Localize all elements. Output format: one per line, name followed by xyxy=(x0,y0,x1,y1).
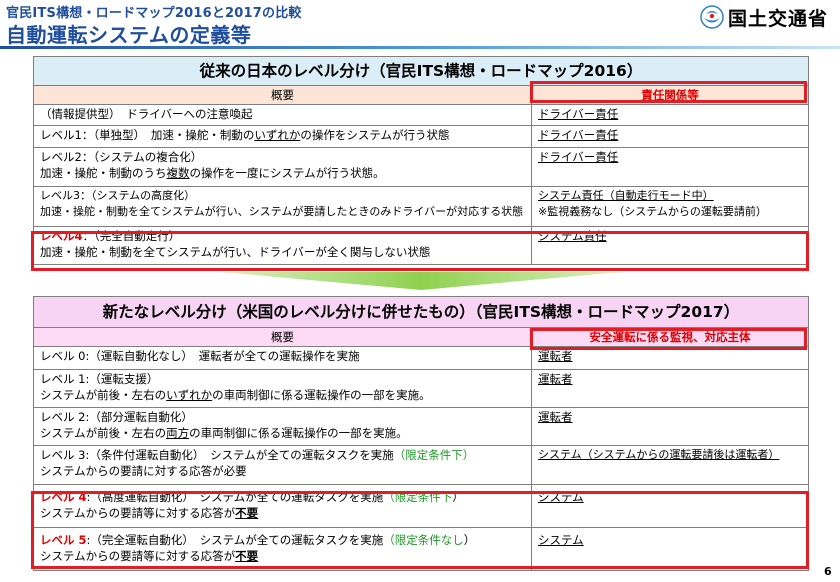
table-2016: 従来の日本のレベル分け（官民ITS構想・ロードマップ2016） 概要 責任関係等… xyxy=(33,56,809,265)
table-row: レベル2：（システムの複合化） 加速・操舵・制動のうち複数の操作を一度にシステムが… xyxy=(33,147,809,187)
table-row: レベル1：（単独型） 加速・操舵・制動のいずれかの操作をシステムが行う状態 ドラ… xyxy=(33,125,809,148)
table-row: レベル 3:（条件付運転自動化） システムが全ての運転タスクを実施（限定条件下）… xyxy=(33,445,809,485)
table-row: レベル3：（システムの高度化） 加速・操舵・制動を全てシステムが行い、システムが要… xyxy=(33,186,809,227)
table-2016-col-overview: 概要 xyxy=(33,85,532,105)
table-row: レベル 1:（運転支援） システムが前後・左右のいずれかの車両制御に係る運転操作の… xyxy=(33,369,809,408)
slide-title: 自動運転システムの定義等 xyxy=(6,23,252,47)
table-2017: 新たなレベル分け（米国のレベル分けに併せたもの）（官民ITS構想・ロードマップ2… xyxy=(33,296,809,571)
down-arrow-icon xyxy=(221,272,621,290)
mlit-logo-icon xyxy=(700,5,724,29)
table-2016-title: 従来の日本のレベル分け（官民ITS構想・ロードマップ2016） xyxy=(33,56,809,86)
table-2017-title: 新たなレベル分け（米国のレベル分けに併せたもの）（官民ITS構想・ロードマップ2… xyxy=(33,296,809,328)
table-row: レベル 4:（高度運転自動化） システムが全ての運転タスクを実施（限定条件下）シ… xyxy=(33,484,809,528)
slide-header: 官民ITS構想・ロードマップ2016と2017の比較 自動運転システムの定義等 … xyxy=(0,0,840,49)
table-row: レベル4：（完全自動走行） 加速・操舵・制動を全てシステムが行い、ドライバーが全く… xyxy=(33,226,809,265)
table-row: （情報提供型） ドライバーへの注意喚起 ドライバー責任 xyxy=(33,104,809,126)
table-row: レベル 2:（部分運転自動化） システムが前後・左右の両方の車両制御に係る運転操作… xyxy=(33,407,809,446)
table-2017-col-overview: 概要 xyxy=(33,327,532,347)
table-2017-col-resp: 安全運転に係る監視、対応主体 xyxy=(531,327,809,347)
table-row: レベル 5:（完全運転自動化） システムが全ての運転タスクを実施（限定条件なし）… xyxy=(33,527,809,571)
table-row: レベル 0:（運転自動化なし） 運転者が全ての運転操作を実施 運転者 xyxy=(33,346,809,370)
table-2016-col-resp: 責任関係等 xyxy=(531,85,809,105)
header-rule xyxy=(0,46,840,49)
mlit-logo: 国土交通省 xyxy=(700,4,828,30)
page-number: 6 xyxy=(824,565,832,578)
logo-text: 国土交通省 xyxy=(728,7,829,30)
